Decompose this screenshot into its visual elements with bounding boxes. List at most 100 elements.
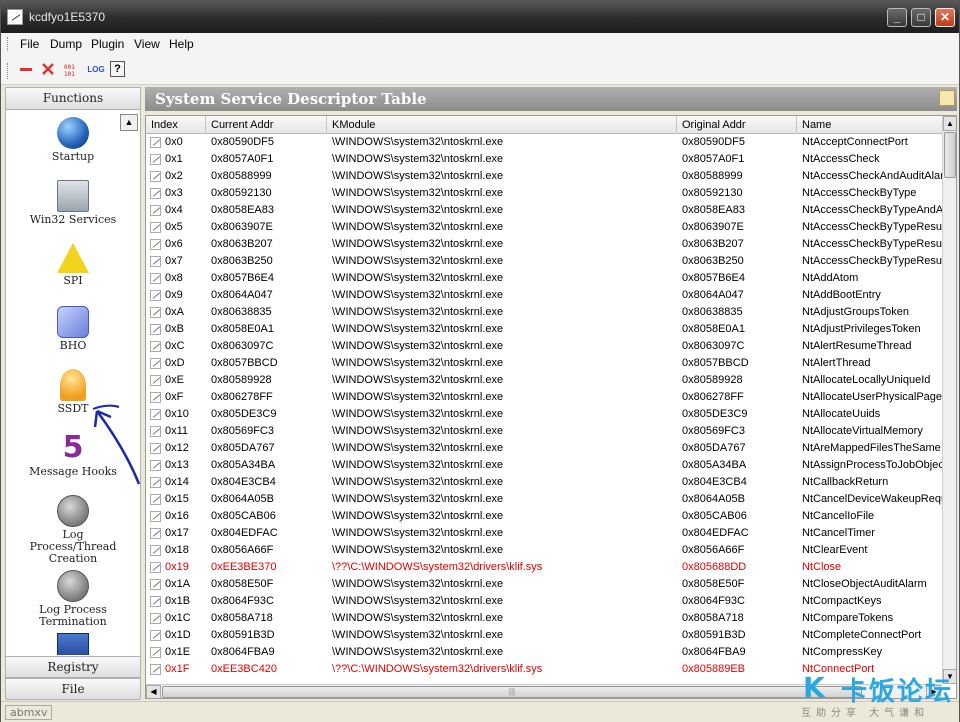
menu-file[interactable]: File: [20, 37, 39, 51]
table-row[interactable]: 0x1 0x8057A0F1 \WINDOWS\system32\ntoskrnl.…: [146, 151, 942, 168]
table-row[interactable]: 0x4 0x8058EA83 \WINDOWS\system32\ntoskrnl.…: [146, 202, 942, 219]
table-row[interactable]: 0x2 0x80588999 \WINDOWS\system32\ntoskrnl.…: [146, 168, 942, 185]
table-row[interactable]: 0x11 0x80569FC3 \WINDOWS\system32\ntoskrnl…: [146, 423, 942, 440]
table-row[interactable]: 0x1C 0x8058A718 \WINDOWS\system32\ntoskrnl…: [146, 610, 942, 627]
table-row[interactable]: 0x0 0x80590DF5 \WINDOWS\system32\ntoskrnl.…: [146, 134, 942, 151]
table-row[interactable]: 0x1D 0x80591B3D \WINDOWS\system32\ntoskrnl…: [146, 627, 942, 644]
horizontal-scroll-thumb[interactable]: |||: [162, 686, 862, 698]
function-message-hooks[interactable]: 5 Message Hooks: [6, 432, 140, 478]
table-row[interactable]: 0x18 0x8056A66F \WINDOWS\system32\ntoskrnl…: [146, 542, 942, 559]
scroll-up-icon[interactable]: ▲: [943, 116, 956, 131]
cell-kmodule: \WINDOWS\system32\ntoskrnl.exe: [332, 493, 504, 505]
menu-help[interactable]: Help: [169, 37, 194, 51]
function-startup[interactable]: Startup: [6, 117, 140, 163]
registry-header[interactable]: Registry: [6, 656, 140, 678]
table-row[interactable]: 0x1A 0x8058E50F \WINDOWS\system32\ntoskrnl…: [146, 576, 942, 593]
cell-original-addr: 0x804E3CB4: [682, 476, 747, 488]
function-label: BHO: [59, 339, 87, 352]
function-spi[interactable]: SPI: [6, 243, 140, 287]
process-log-icon: [57, 495, 89, 527]
cell-index: 0x7: [165, 255, 183, 267]
column-header-current-addr[interactable]: Current Addr: [206, 116, 327, 134]
table-row[interactable]: 0xF 0x806278FF \WINDOWS\system32\ntoskrnl.…: [146, 389, 942, 406]
column-header-name[interactable]: Name: [797, 116, 942, 134]
cell-index: 0x6: [165, 238, 183, 250]
table-row[interactable]: 0x10 0x805DE3C9 \WINDOWS\system32\ntoskrnl…: [146, 406, 942, 423]
table-row[interactable]: 0xE 0x80589928 \WINDOWS\system32\ntoskrnl.…: [146, 372, 942, 389]
table-row[interactable]: 0x13 0x805A34BA \WINDOWS\system32\ntoskrnl…: [146, 457, 942, 474]
title-bar[interactable]: kcdfyo1E5370 _ □ ✕: [1, 1, 959, 33]
cell-name: NtAdjustGroupsToken: [802, 306, 909, 318]
table-row[interactable]: 0x17 0x804EDFAC \WINDOWS\system32\ntoskrnl…: [146, 525, 942, 542]
cell-current-addr: 0x804E3CB4: [211, 476, 276, 488]
help-button[interactable]: ?: [110, 61, 125, 77]
function-log-process-thread-creation[interactable]: Log Process/Thread Creation: [6, 495, 140, 565]
function-ssdt[interactable]: SSDT: [6, 369, 140, 415]
close-button[interactable]: ✕: [935, 8, 955, 27]
table-row[interactable]: 0x1B 0x8064F93C \WINDOWS\system32\ntoskrnl…: [146, 593, 942, 610]
menu-dump[interactable]: Dump: [50, 37, 82, 51]
functions-header[interactable]: Functions: [6, 88, 140, 110]
table-row[interactable]: 0x5 0x8063907E \WINDOWS\system32\ntoskrnl.…: [146, 219, 942, 236]
table-row[interactable]: 0x3 0x80592130 \WINDOWS\system32\ntoskrnl.…: [146, 185, 942, 202]
column-header-kmodule[interactable]: KModule: [327, 116, 677, 134]
table-row[interactable]: 0x12 0x805DA767 \WINDOWS\system32\ntoskrnl…: [146, 440, 942, 457]
binary-dump-icon[interactable]: 001 101: [63, 61, 81, 79]
minimize-button[interactable]: _: [887, 8, 907, 27]
table-row[interactable]: 0x14 0x804E3CB4 \WINDOWS\system32\ntoskrnl…: [146, 474, 942, 491]
table-row[interactable]: 0x16 0x805CAB06 \WINDOWS\system32\ntoskrnl…: [146, 508, 942, 525]
cell-index: 0x1C: [165, 612, 191, 624]
cell-kmodule: \WINDOWS\system32\ntoskrnl.exe: [332, 357, 504, 369]
function-log-process-termination[interactable]: Log Process Termination: [6, 570, 140, 628]
cell-name: NtAccessCheckByTypeResultListAndAuditAla…: [802, 238, 942, 250]
table-row[interactable]: 0x8 0x8057B6E4 \WINDOWS\system32\ntoskrnl.…: [146, 270, 942, 287]
cell-index: 0xB: [165, 323, 184, 335]
toolbar-grip: [7, 63, 10, 79]
table-row[interactable]: 0x7 0x8063B250 \WINDOWS\system32\ntoskrnl.…: [146, 253, 942, 270]
cell-original-addr: 0x8064FBA9: [682, 646, 746, 658]
cell-kmodule: \WINDOWS\system32\ntoskrnl.exe: [332, 646, 504, 658]
cell-name: NtAllocateUuids: [802, 408, 881, 420]
table-row[interactable]: 0xB 0x8058E0A1 \WINDOWS\system32\ntoskrnl.…: [146, 321, 942, 338]
log-button[interactable]: LOG: [86, 61, 106, 79]
cell-current-addr: 0xEE3BC420: [211, 663, 278, 675]
cell-index: 0x8: [165, 272, 183, 284]
pin-icon[interactable]: [939, 90, 955, 106]
cell-current-addr: 0x805A34BA: [211, 459, 276, 471]
maximize-button[interactable]: □: [911, 8, 931, 27]
minus-icon[interactable]: [17, 61, 35, 79]
cell-original-addr: 0x8056A66F: [682, 544, 745, 556]
file-header[interactable]: File: [6, 678, 140, 700]
menu-plugin[interactable]: Plugin: [91, 37, 124, 51]
cell-original-addr: 0x80638835: [682, 306, 743, 318]
cell-current-addr: 0x8064FBA9: [211, 646, 275, 658]
function-win32-services[interactable]: Win32 Services: [6, 180, 140, 226]
table-row[interactable]: 0x9 0x8064A047 \WINDOWS\system32\ntoskrnl.…: [146, 287, 942, 304]
column-header-original-addr[interactable]: Original Addr: [677, 116, 797, 134]
table-row[interactable]: 0xD 0x8057BBCD \WINDOWS\system32\ntoskrnl.…: [146, 355, 942, 372]
cell-index: 0x0: [165, 136, 183, 148]
cell-original-addr: 0x8058E0A1: [682, 323, 745, 335]
table-row[interactable]: 0xA 0x80638835 \WINDOWS\system32\ntoskrnl.…: [146, 304, 942, 321]
column-header-index[interactable]: Index: [146, 116, 206, 134]
vertical-scroll-thumb[interactable]: [944, 132, 956, 178]
bell-icon: [60, 369, 86, 401]
table-header: Index Current Addr KModule Original Addr…: [146, 116, 942, 134]
watermark-title: 卡饭论坛: [841, 677, 954, 707]
table-row[interactable]: 0x19 0xEE3BE370 \??\C:\WINDOWS\system32\dr…: [146, 559, 942, 576]
function-bho[interactable]: BHO: [6, 306, 140, 352]
function-registry-scan[interactable]: [6, 633, 140, 655]
cell-current-addr: 0x8057BBCD: [211, 357, 278, 369]
table-row[interactable]: 0x1E 0x8064FBA9 \WINDOWS\system32\ntoskrnl…: [146, 644, 942, 661]
cell-kmodule: \??\C:\WINDOWS\system32\drivers\klif.sys: [332, 561, 543, 573]
table-row[interactable]: 0xC 0x8063097C \WINDOWS\system32\ntoskrnl.…: [146, 338, 942, 355]
table-row[interactable]: 0x6 0x8063B207 \WINDOWS\system32\ntoskrnl.…: [146, 236, 942, 253]
cell-index: 0xE: [165, 374, 184, 386]
scroll-left-icon[interactable]: ◀: [146, 685, 161, 698]
function-label: SPI: [63, 274, 83, 287]
menu-view[interactable]: View: [134, 37, 160, 51]
vertical-scrollbar[interactable]: ▲ ▼: [942, 116, 956, 684]
table-row[interactable]: 0x15 0x8064A05B \WINDOWS\system32\ntoskrnl…: [146, 491, 942, 508]
delete-icon[interactable]: [39, 61, 57, 79]
cell-kmodule: \WINDOWS\system32\ntoskrnl.exe: [332, 476, 504, 488]
